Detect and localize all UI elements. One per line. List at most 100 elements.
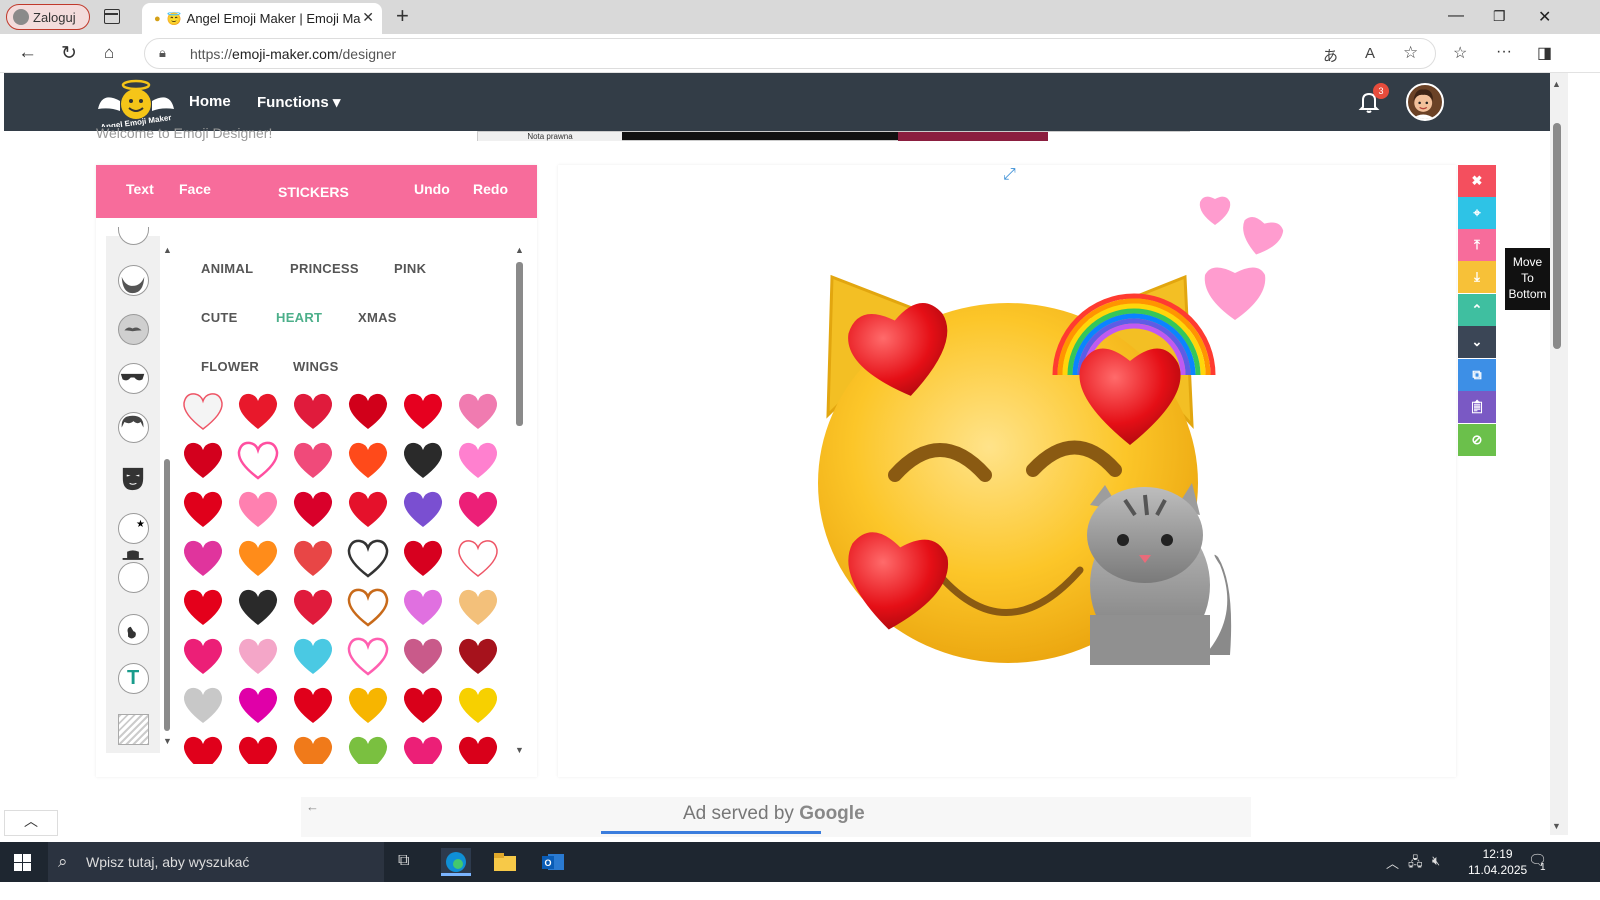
scroll-down-icon[interactable]: ▼: [163, 736, 172, 746]
category-pink[interactable]: PINK: [394, 261, 426, 276]
translate-icon[interactable]: あ: [1323, 45, 1338, 66]
mask-tool-icon[interactable]: [118, 463, 149, 494]
hand-tool-icon[interactable]: [118, 614, 149, 645]
category-flower[interactable]: FLOWER: [201, 359, 259, 374]
favorites-icon[interactable]: ☆: [1453, 43, 1467, 63]
heart-sticker[interactable]: [453, 437, 503, 483]
stickers-tab-button[interactable]: STICKERS: [278, 184, 349, 200]
angel-emoji-maker-logo[interactable]: Angel Emoji Maker: [96, 77, 176, 127]
mustache-tool-icon[interactable]: [118, 314, 149, 345]
delete-button[interactable]: ✖: [1458, 165, 1496, 197]
move-down-button[interactable]: ⌄: [1458, 326, 1496, 358]
tray-chevron-up-icon[interactable]: ︿: [1386, 853, 1399, 872]
heart-sticker[interactable]: [233, 388, 283, 434]
heart-sticker[interactable]: [233, 682, 283, 728]
heart-sticker[interactable]: [178, 633, 228, 679]
outlook-taskbar-icon[interactable]: O: [538, 848, 568, 876]
top-ad-banner[interactable]: Nota prawna: [477, 131, 1190, 141]
heart-sticker[interactable]: [398, 437, 448, 483]
tool-scroll-thumb[interactable]: [164, 459, 170, 731]
text-tool-icon[interactable]: T: [118, 663, 149, 694]
category-cute[interactable]: CUTE: [201, 310, 238, 325]
heart-sticker[interactable]: [453, 584, 503, 630]
reload-icon[interactable]: ↻: [61, 42, 77, 65]
heart-sticker[interactable]: [343, 633, 393, 679]
ad-back-icon[interactable]: ←: [306, 799, 319, 814]
heart-sticker[interactable]: [288, 682, 338, 728]
heart-sticker[interactable]: [233, 437, 283, 483]
heart-sticker[interactable]: [398, 584, 448, 630]
move-to-top-button[interactable]: ⤒: [1458, 229, 1496, 261]
pattern-tool-icon[interactable]: [118, 714, 149, 745]
page-scroll-down-icon[interactable]: ▼: [1552, 821, 1561, 831]
copy-button[interactable]: ⧉: [1458, 359, 1496, 391]
more-icon[interactable]: ···: [1496, 43, 1512, 61]
heart-sticker[interactable]: [398, 633, 448, 679]
windows-start-icon[interactable]: [14, 854, 31, 871]
paste-button[interactable]: 📋︎: [1458, 391, 1496, 423]
read-aloud-icon[interactable]: A: [1365, 45, 1375, 62]
page-scroll-thumb[interactable]: [1553, 123, 1561, 349]
category-wings[interactable]: WINGS: [293, 359, 339, 374]
network-icon[interactable]: 🖧︎: [1408, 853, 1423, 875]
stickers-scroll-up-icon[interactable]: ▲: [515, 245, 524, 255]
sidebar-icon[interactable]: ◨: [1537, 43, 1552, 63]
heart-sticker[interactable]: [343, 535, 393, 581]
redo-button[interactable]: Redo: [473, 181, 508, 197]
heart-sticker[interactable]: [398, 486, 448, 532]
heart-sticker[interactable]: [288, 584, 338, 630]
minimize-icon[interactable]: —: [1448, 7, 1464, 25]
heart-sticker[interactable]: [178, 535, 228, 581]
heart-sticker[interactable]: [178, 388, 228, 434]
heart-sticker[interactable]: [288, 437, 338, 483]
scroll-to-top-button[interactable]: ︿: [4, 810, 58, 836]
heart-sticker[interactable]: [233, 535, 283, 581]
face-tab-button[interactable]: Face: [179, 181, 211, 197]
browser-profile-button[interactable]: Zaloguj: [6, 4, 90, 30]
heart-sticker[interactable]: [398, 535, 448, 581]
category-princess[interactable]: PRINCESS: [290, 261, 359, 276]
heart-sticker[interactable]: [343, 584, 393, 630]
beard-tool-icon[interactable]: [118, 265, 149, 296]
heart-sticker[interactable]: [233, 584, 283, 630]
hat-tool-icon[interactable]: [118, 550, 149, 593]
heart-sticker[interactable]: [288, 731, 338, 764]
heart-sticker[interactable]: [233, 633, 283, 679]
heart-sticker[interactable]: [178, 682, 228, 728]
hide-button[interactable]: ⊘: [1458, 424, 1496, 456]
nav-home-link[interactable]: Home: [189, 93, 231, 110]
avatar[interactable]: [1406, 83, 1444, 121]
restore-icon[interactable]: ❐: [1493, 8, 1506, 25]
taskbar-clock[interactable]: 12:19 11.04.2025: [1468, 846, 1527, 878]
favorite-star-icon[interactable]: ☆: [1403, 43, 1418, 63]
volume-muted-icon[interactable]: 🔇︎: [1432, 853, 1440, 869]
heart-sticker[interactable]: [343, 486, 393, 532]
category-heart[interactable]: HEART: [276, 310, 322, 325]
heart-sticker[interactable]: [233, 486, 283, 532]
heart-sticker[interactable]: [288, 388, 338, 434]
heart-sticker[interactable]: [178, 486, 228, 532]
heart-sticker[interactable]: [343, 388, 393, 434]
heart-sticker[interactable]: [453, 633, 503, 679]
heart-sticker[interactable]: [343, 437, 393, 483]
category-animal[interactable]: ANIMAL: [201, 261, 253, 276]
browser-tab-active[interactable]: ● 😇 Angel Emoji Maker | Emoji Ma ✕: [142, 3, 382, 34]
edge-taskbar-icon[interactable]: [441, 848, 471, 876]
fullscreen-icon[interactable]: ⤢: [1003, 166, 1016, 184]
heart-sticker[interactable]: [453, 682, 503, 728]
stickers-scroll-thumb[interactable]: [516, 262, 523, 426]
center-button[interactable]: ⌖: [1458, 197, 1496, 229]
back-icon[interactable]: ←: [18, 42, 37, 64]
text-tab-button[interactable]: Text: [126, 181, 154, 197]
tab-close-icon[interactable]: ✕: [362, 9, 374, 26]
tab-actions-icon[interactable]: [104, 9, 120, 24]
taskbar-search-input[interactable]: Wpisz tutaj, aby wyszukać: [48, 842, 384, 882]
hair-tool-icon[interactable]: [118, 412, 149, 443]
page-scroll-up-icon[interactable]: ▲: [1552, 79, 1561, 89]
heart-sticker[interactable]: [453, 388, 503, 434]
category-xmas[interactable]: XMAS: [358, 310, 397, 325]
heart-sticker[interactable]: [343, 682, 393, 728]
heart-sticker[interactable]: [398, 388, 448, 434]
heart-sticker[interactable]: [398, 682, 448, 728]
heart-sticker[interactable]: [288, 486, 338, 532]
